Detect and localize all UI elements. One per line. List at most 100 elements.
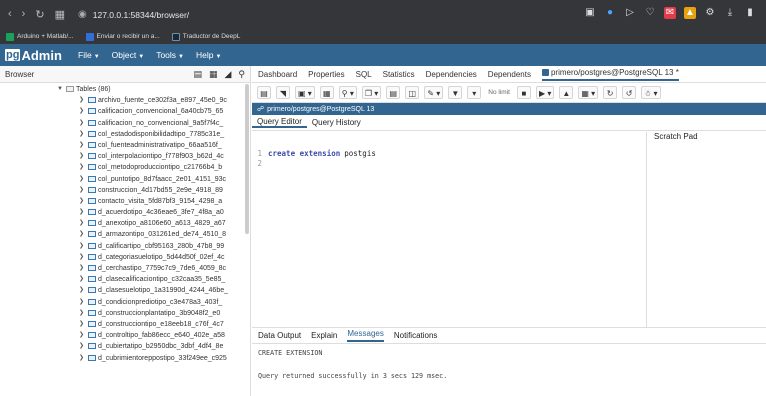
tree-scrollbar[interactable] <box>245 84 249 234</box>
chevron-right-icon[interactable]: ❯ <box>79 330 84 341</box>
tree-node-table[interactable]: ❯ col_fuenteadministrativatipo_66aa516f_ <box>0 140 251 151</box>
filter-icon[interactable]: ▼ <box>448 86 463 99</box>
scratch-divider[interactable] <box>646 132 647 327</box>
address-bar[interactable]: ◉ 127.0.0.1:58344/browser/ <box>78 9 189 20</box>
stop-icon[interactable]: ■ <box>516 86 531 99</box>
tree-node-table[interactable]: ❯ calificacion_no_convencional_9a5f7f4c_ <box>0 118 251 129</box>
table-icon[interactable]: ▦ <box>209 69 218 80</box>
chevron-right-icon[interactable]: ❯ <box>79 151 84 162</box>
menu-object[interactable]: Object ▼ <box>112 50 145 60</box>
commit-icon[interactable]: ↻ <box>603 86 618 99</box>
chevron-down-icon[interactable]: ▼ <box>57 84 63 95</box>
forward-icon[interactable]: › <box>22 8 26 21</box>
tree-node-table[interactable]: ❯ col_puntotipo_8d7faacc_2e01_4151_93c <box>0 174 251 185</box>
chevron-right-icon[interactable]: ❯ <box>79 285 84 296</box>
explain-analyze-icon[interactable]: ▦ ▾ <box>578 86 599 99</box>
chevron-right-icon[interactable]: ❯ <box>79 341 84 352</box>
chevron-right-icon[interactable]: ❯ <box>79 196 84 207</box>
tab-query-tool[interactable]: primero/postgres@PostgreSQL 13 * <box>541 68 679 81</box>
chevron-right-icon[interactable]: ❯ <box>79 229 84 240</box>
tab-query-history[interactable]: Query History <box>307 118 366 127</box>
database-icon[interactable]: ▤ <box>193 69 202 80</box>
heart-icon[interactable]: ♡ <box>644 7 656 19</box>
tree-node-table[interactable]: ❯ construccion_4d17bd55_2e9e_4918_89 <box>0 185 251 196</box>
play-icon[interactable]: ▷ <box>624 7 636 19</box>
tree-node-table[interactable]: ❯ d_categoriasuelotipo_5d44d50f_02ef_4c <box>0 252 251 263</box>
bookmark-deepl[interactable]: Traductor de DeepL <box>171 32 240 41</box>
settings-icon[interactable]: ⚙ <box>704 7 716 19</box>
tab-dependencies[interactable]: Dependencies <box>426 70 477 79</box>
chevron-right-icon[interactable]: ❯ <box>79 252 84 263</box>
chevron-right-icon[interactable]: ❯ <box>79 319 84 330</box>
chevron-right-icon[interactable]: ❯ <box>79 118 84 129</box>
tab-query-editor[interactable]: Query Editor <box>252 117 307 128</box>
tab-properties[interactable]: Properties <box>308 70 344 79</box>
tree-node-table[interactable]: ❯ d_acuerdotipo_4c36eae6_3fe7_4f8a_a0 <box>0 207 251 218</box>
tab-statistics[interactable]: Statistics <box>383 70 415 79</box>
macros-icon[interactable]: ☃ ▾ <box>641 86 661 99</box>
tree-node-tables[interactable]: ▼ Tables (86) <box>0 84 251 95</box>
tab-dependents[interactable]: Dependents <box>488 70 531 79</box>
tree-node-table[interactable]: ❯ d_cerchastipo_7759c7c9_7de6_4059_8c <box>0 263 251 274</box>
sql-editor[interactable]: 1 create extension postgis 2 <box>252 149 646 327</box>
tree-node-table[interactable]: ❯ d_clasesuelotipo_1a31990d_4244_46be_ <box>0 285 251 296</box>
db-icon[interactable]: ▤ <box>257 86 271 99</box>
delete-row-icon[interactable]: ◫ <box>405 86 420 99</box>
chevron-right-icon[interactable]: ❯ <box>79 185 84 196</box>
filter-icon[interactable]: ◢ <box>224 69 231 80</box>
tree-node-table[interactable]: ❯ d_calificartipo_cbf95163_280b_47b8_99 <box>0 241 251 252</box>
tree-node-table[interactable]: ❯ contacto_visita_5fd87bf3_9154_4298_a <box>0 196 251 207</box>
tree-node-table[interactable]: ❯ d_cubiertatipo_b2950dbc_3dbf_4df4_8e <box>0 341 251 352</box>
chevron-right-icon[interactable]: ❯ <box>79 129 84 140</box>
menu-file[interactable]: File ▼ <box>78 50 100 60</box>
tab-grid-icon[interactable]: ▦ <box>55 8 65 21</box>
battery-icon[interactable]: ▮ <box>744 7 756 19</box>
paste-icon[interactable]: ▤ <box>386 86 401 99</box>
connection-bar[interactable]: ☍ primero/postgres@PostgreSQL 13 <box>252 103 766 115</box>
filter-dropdown-icon[interactable]: ▾ <box>467 86 482 99</box>
chevron-right-icon[interactable]: ❯ <box>79 140 84 151</box>
explain-icon[interactable]: ▲ <box>559 86 574 99</box>
tab-explain[interactable]: Explain <box>311 331 337 340</box>
chevron-right-icon[interactable]: ❯ <box>79 297 84 308</box>
chevron-right-icon[interactable]: ❯ <box>79 353 84 364</box>
chevron-right-icon[interactable]: ❯ <box>79 95 84 106</box>
bookmark-arduino[interactable]: Arduino + Matlab/... <box>6 32 74 41</box>
tree-node-table[interactable]: ❯ col_estadodisponibilidadtipo_7785c31e_ <box>0 129 251 140</box>
tab-data-output[interactable]: Data Output <box>258 331 301 340</box>
save-data-icon[interactable]: ▦ <box>319 86 334 99</box>
tree-node-table[interactable]: ❯ d_armazontipo_031261ed_de74_4510_8 <box>0 229 251 240</box>
tab-notifications[interactable]: Notifications <box>394 331 438 340</box>
chevron-right-icon[interactable]: ❯ <box>79 162 84 173</box>
chevron-right-icon[interactable]: ❯ <box>79 218 84 229</box>
execute-icon[interactable]: ▶ ▾ <box>535 86 555 99</box>
reload-icon[interactable]: ↻ <box>35 8 44 21</box>
limit-select[interactable]: No limit <box>486 86 512 99</box>
tree-node-table[interactable]: ❯ d_controltipo_fab86ecc_e640_402e_a58 <box>0 330 251 341</box>
chevron-right-icon[interactable]: ❯ <box>79 241 84 252</box>
camera-icon[interactable]: ▣ <box>584 7 596 19</box>
mail-extension-icon[interactable]: ✉ <box>664 7 676 19</box>
tree-node-table[interactable]: ❯ d_cubrimientoreppostipo_33f249ee_c925 <box>0 353 251 364</box>
back-icon[interactable]: ‹ <box>8 8 12 21</box>
rollback-icon[interactable]: ↺ <box>622 86 637 99</box>
tree-node-table[interactable]: ❯ col_metodoproducciontipo_c21766b4_b <box>0 162 251 173</box>
tree-node-table[interactable]: ❯ d_clasecalificaciontipo_c32caa35_5e85_ <box>0 274 251 285</box>
tree-node-table[interactable]: ❯ d_construcciontipo_e18eeb18_c76f_4c7 <box>0 319 251 330</box>
edit-icon[interactable]: ✎ ▾ <box>424 86 444 99</box>
tab-messages[interactable]: Messages <box>347 329 384 342</box>
tree-node-table[interactable]: ❯ d_anexotipo_a8106e60_a613_4829_a67 <box>0 218 251 229</box>
tab-sql[interactable]: SQL <box>356 70 372 79</box>
chevron-right-icon[interactable]: ❯ <box>79 174 84 185</box>
save-icon[interactable]: ▣ ▾ <box>295 86 315 99</box>
open-file-icon[interactable]: ◥ <box>276 86 290 99</box>
chevron-right-icon[interactable]: ❯ <box>79 274 84 285</box>
copy-icon[interactable]: ❐ ▾ <box>361 86 382 99</box>
tab-dashboard[interactable]: Dashboard <box>258 70 297 79</box>
chevron-right-icon[interactable]: ❯ <box>79 106 84 117</box>
tree-node-table[interactable]: ❯ archivo_fuente_ce302f3a_e897_45e0_9c <box>0 95 251 106</box>
search-icon[interactable]: ⚲ <box>238 69 245 80</box>
bookmark-enviar[interactable]: Enviar o recibir un a... <box>85 32 160 41</box>
chevron-right-icon[interactable]: ❯ <box>79 207 84 218</box>
tree-node-table[interactable]: ❯ calificacion_convencional_6a40cb75_65 <box>0 106 251 117</box>
